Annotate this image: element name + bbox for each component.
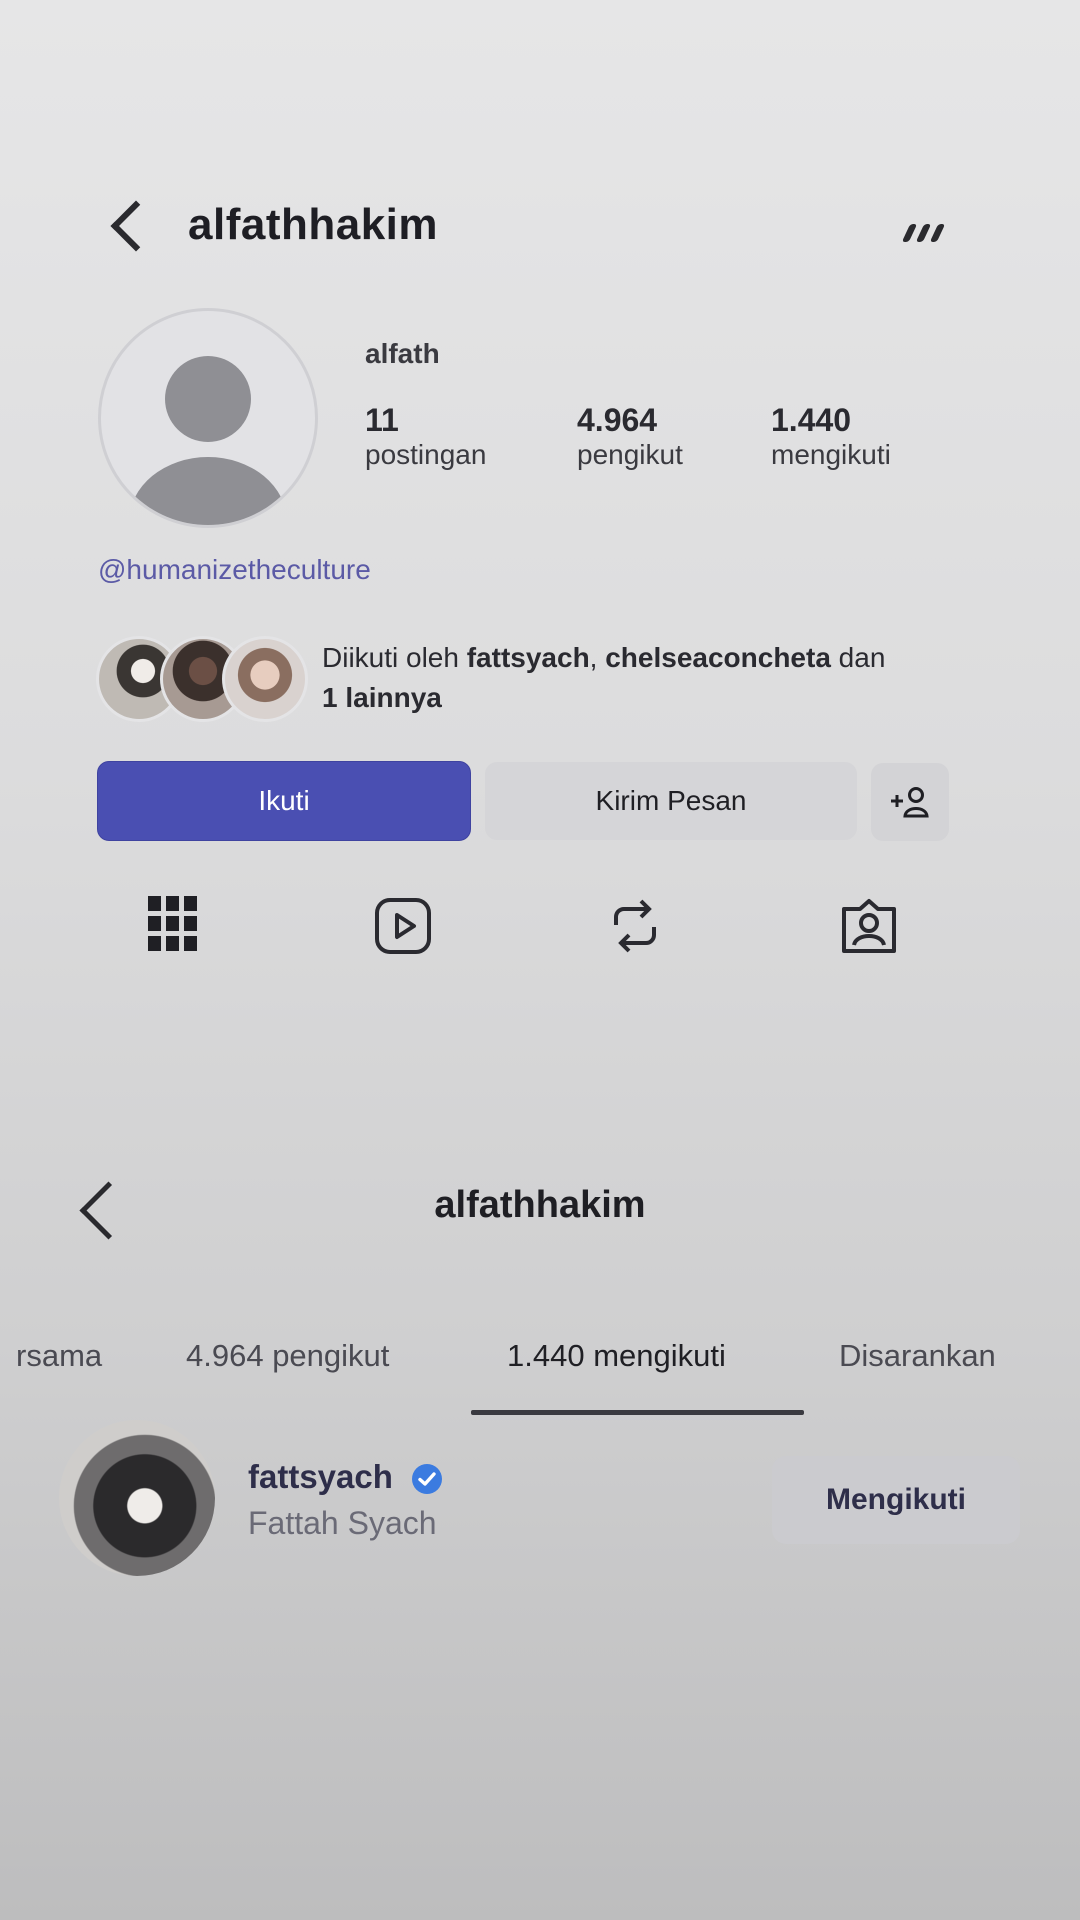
followed-by-joiner: dan <box>830 642 886 673</box>
more-options-icon[interactable] <box>901 222 946 244</box>
grid-icon[interactable] <box>148 896 198 952</box>
add-person-icon <box>891 787 929 818</box>
stat-following[interactable]: 1.440 mengikuti <box>771 402 891 471</box>
tab-following[interactable]: 1.440 mengikuti <box>507 1338 726 1374</box>
user-avatar[interactable] <box>59 1420 215 1576</box>
back-button[interactable] <box>110 200 162 252</box>
follow-button-label: Ikuti <box>258 785 310 816</box>
tab-mutual[interactable]: rsama <box>16 1338 102 1374</box>
following-button-label: Mengikuti <box>826 1483 966 1516</box>
stat-label: pengikut <box>577 439 683 470</box>
active-tab-indicator <box>471 1410 804 1415</box>
followed-by-separator: , <box>589 642 606 673</box>
stat-label: mengikuti <box>771 439 891 470</box>
stat-label: postingan <box>365 439 487 470</box>
followed-by-prefix: Diikuti oleh <box>322 642 467 673</box>
following-button[interactable]: Mengikuti <box>772 1456 1020 1544</box>
user-username[interactable]: fattsyach <box>248 1458 393 1496</box>
user-full-name: Fattah Syach <box>248 1505 437 1541</box>
reposts-icon[interactable] <box>610 897 660 955</box>
follow-button[interactable]: Ikuti <box>97 761 471 841</box>
mutual-avatar-3 <box>222 636 308 722</box>
mutual-user-1: fattsyach <box>466 642 590 673</box>
reels-icon[interactable] <box>374 897 432 955</box>
display-name: alfath <box>365 338 440 369</box>
stat-value: 1.440 <box>771 402 852 438</box>
tab-followers[interactable]: 4.964 pengikut <box>186 1338 389 1374</box>
profile-avatar[interactable] <box>98 308 318 528</box>
tagged-icon[interactable] <box>840 897 898 955</box>
mutual-user-2: chelseaconcheta <box>605 642 831 673</box>
verified-badge-icon <box>412 1464 442 1494</box>
stat-value: 4.964 <box>577 402 658 438</box>
followed-by-text[interactable]: Diikuti oleh fattsyach, chelseaconcheta … <box>322 638 962 718</box>
bio-link[interactable]: @humanizetheculture <box>98 554 371 586</box>
profile-username: alfathhakim <box>188 200 439 249</box>
tab-suggested[interactable]: Disarankan <box>839 1338 996 1374</box>
list-title: alfathhakim <box>434 1184 646 1226</box>
mutual-more: 1 lainnya <box>322 682 442 713</box>
message-button[interactable]: Kirim Pesan <box>485 762 857 840</box>
stat-value: 11 <box>365 402 399 438</box>
message-button-label: Kirim Pesan <box>595 785 747 816</box>
stat-posts[interactable]: 11 postingan <box>365 402 486 471</box>
stat-followers[interactable]: 4.964 pengikut <box>577 402 683 471</box>
suggest-user-button[interactable] <box>871 763 949 841</box>
